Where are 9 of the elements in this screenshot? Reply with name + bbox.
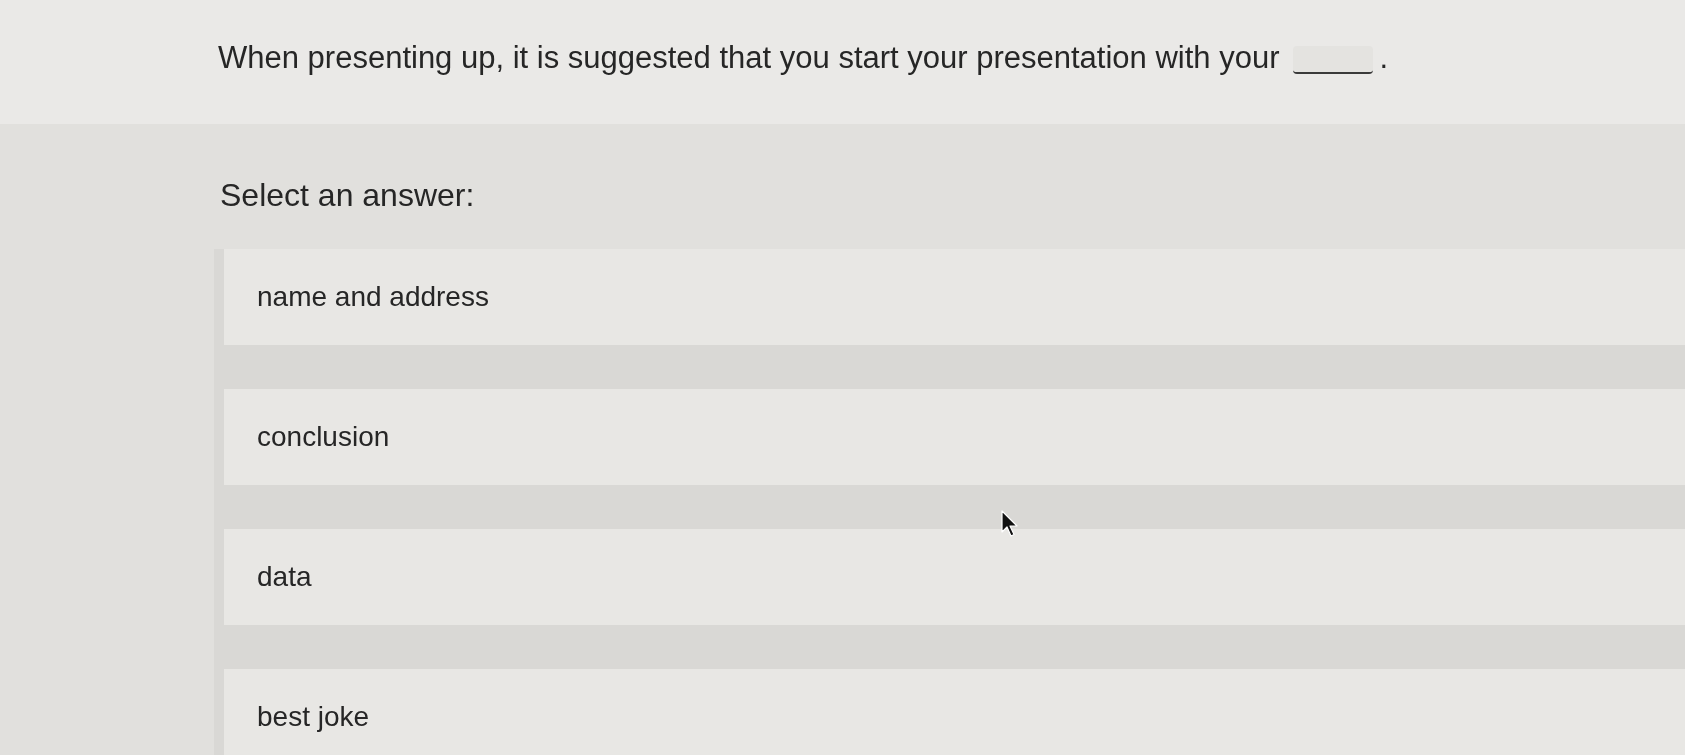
question-punctuation: . xyxy=(1379,40,1389,75)
answer-option[interactable]: best joke xyxy=(224,669,1685,755)
mouse-pointer-icon xyxy=(1001,510,1019,538)
prompt-text: Select an answer: xyxy=(220,176,476,214)
fill-in-blank[interactable] xyxy=(1293,45,1374,74)
answer-option[interactable]: data xyxy=(224,529,1685,625)
answer-option[interactable]: conclusion xyxy=(224,389,1685,485)
answer-option[interactable]: name and address xyxy=(224,249,1685,345)
question-text: When presenting up, it is suggested that you start your presentation with your xyxy=(218,40,1280,75)
